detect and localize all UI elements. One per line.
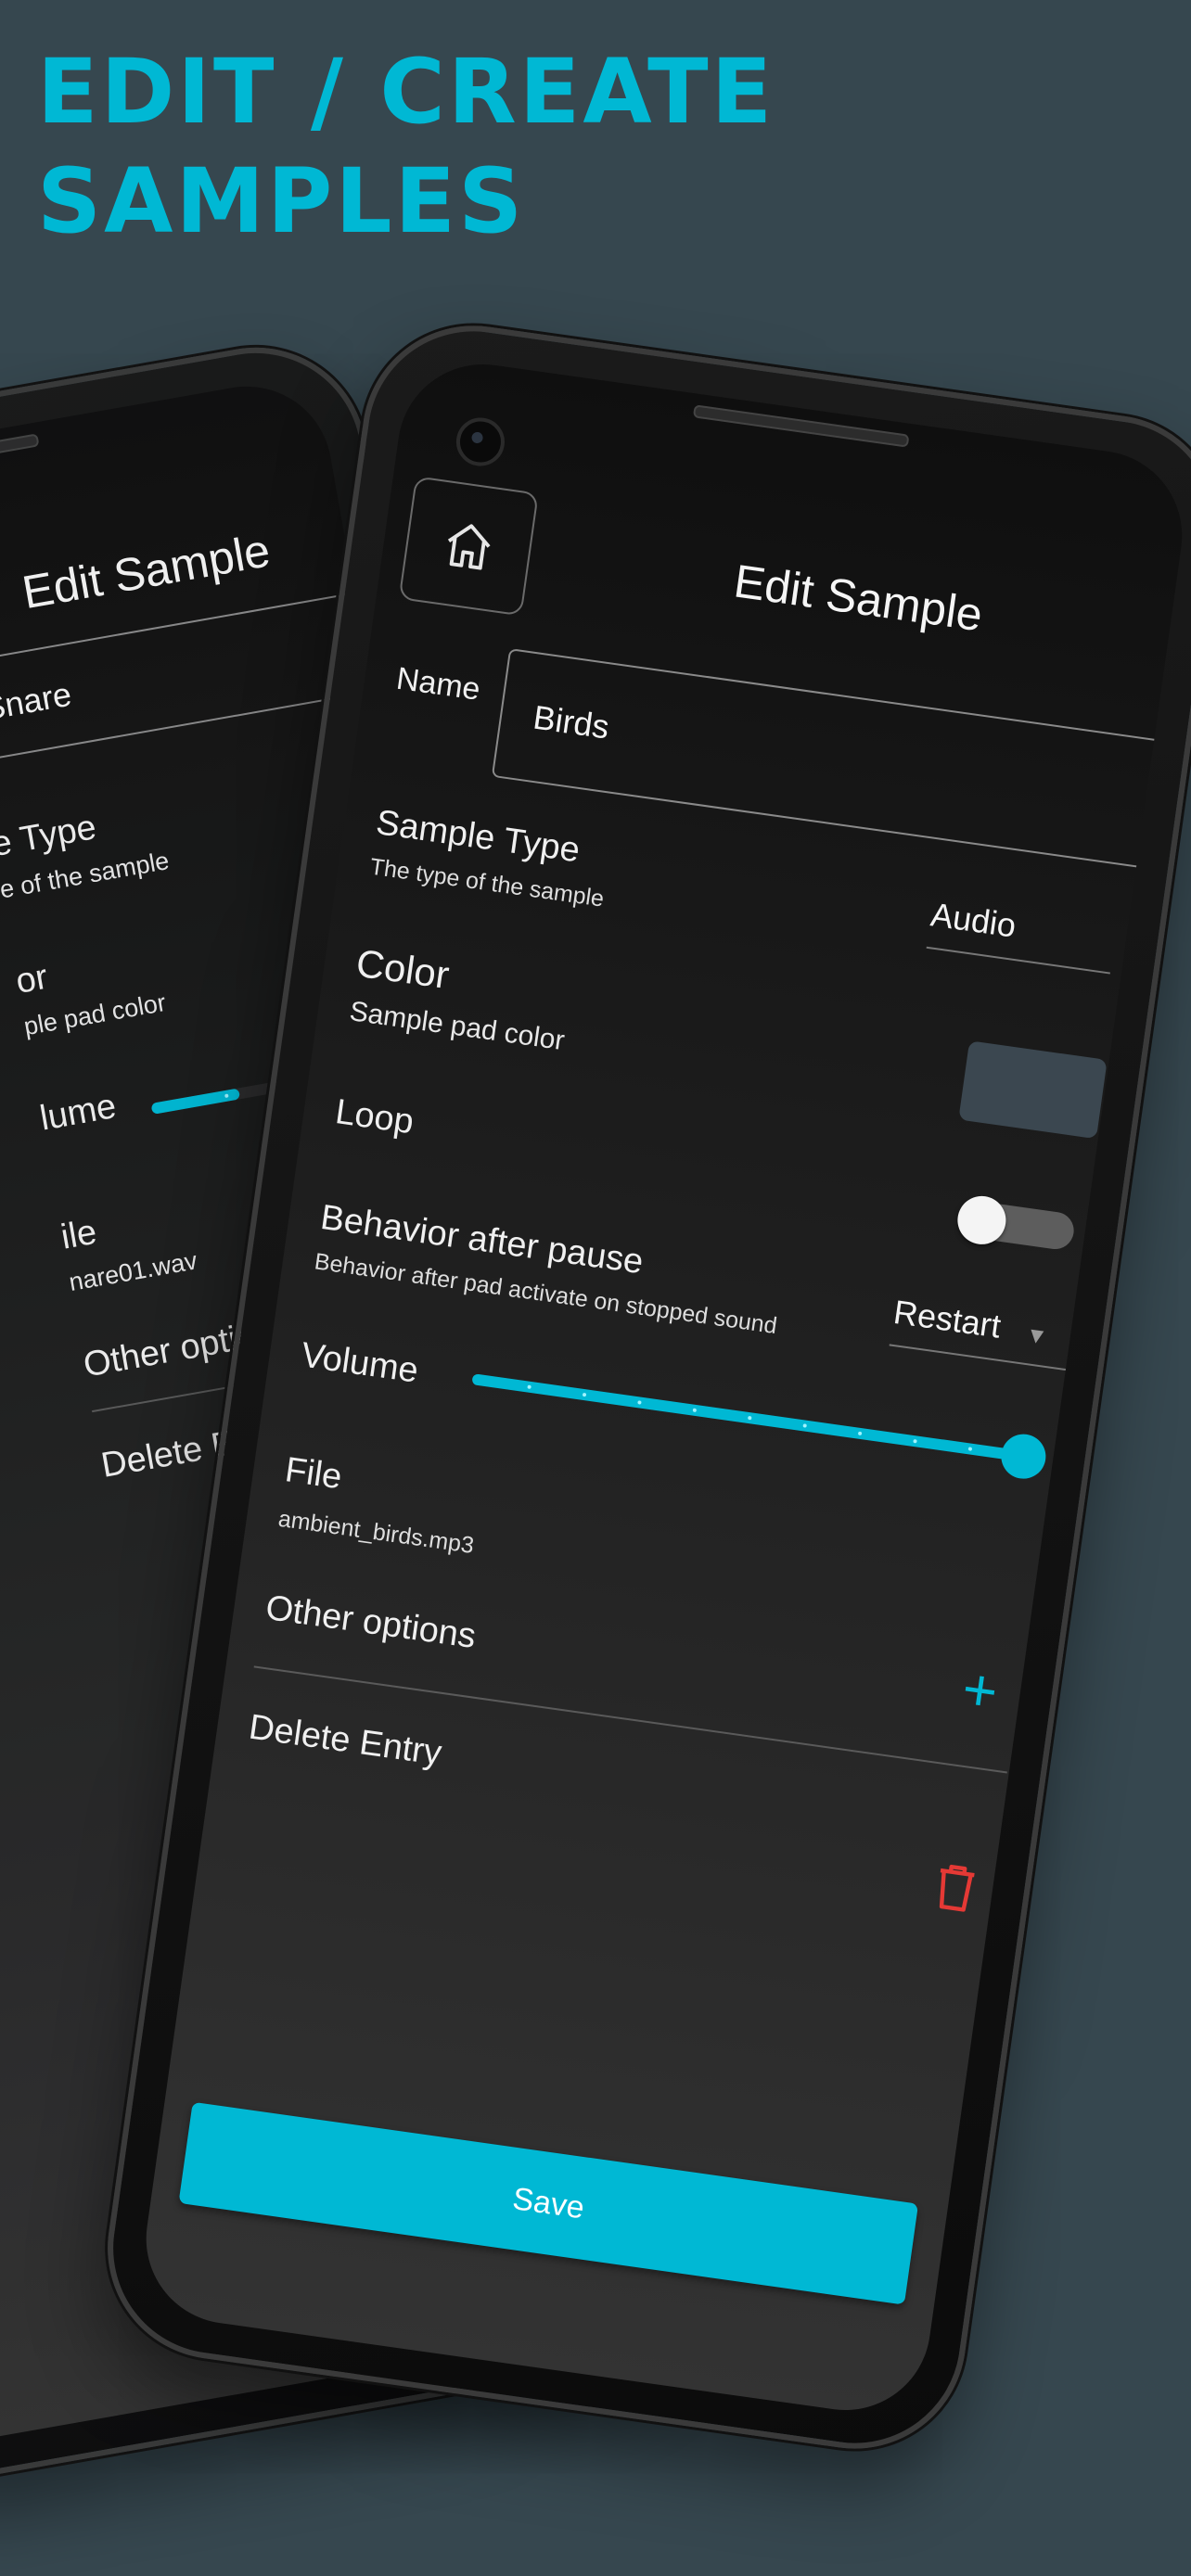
speaker-grille <box>0 433 40 484</box>
back-volume-label: lume <box>37 1086 120 1139</box>
home-button[interactable] <box>398 476 539 617</box>
back-file-label: ile <box>58 1212 100 1257</box>
headline-line-1: EDIT / CREATE <box>37 40 775 144</box>
volume-slider[interactable] <box>471 1373 1049 1482</box>
file-label: File <box>282 1450 345 1498</box>
other-options-label: Other options <box>263 1588 479 1657</box>
back-sample-type-label: e Type <box>0 808 99 865</box>
home-icon <box>447 524 491 570</box>
color-subtitle: Sample pad color <box>347 996 567 1057</box>
back-color-label: or <box>12 957 51 1001</box>
plus-icon[interactable]: + <box>958 1654 1002 1726</box>
screen-title: Edit Sample <box>730 555 986 642</box>
behavior-select-value: Restart <box>890 1292 1004 1345</box>
name-label: Name <box>393 660 483 708</box>
caret-down-icon: ▼ <box>1023 1321 1050 1350</box>
delete-entry-label: Delete Entry <box>246 1707 444 1774</box>
back-screen-title: Edit Sample <box>18 524 275 619</box>
volume-label: Volume <box>299 1335 421 1391</box>
speaker-grille <box>692 404 910 448</box>
behavior-select[interactable]: Restart ▼ <box>889 1292 1081 1372</box>
headline-line-2: SAMPLES <box>37 149 526 253</box>
name-input[interactable]: Birds <box>491 648 1172 870</box>
front-camera <box>453 414 508 469</box>
back-volume-slider-fill <box>150 1088 241 1115</box>
page-headline: EDIT / CREATE SAMPLES <box>37 37 775 256</box>
save-button[interactable]: Save <box>178 2101 919 2305</box>
color-swatch[interactable] <box>958 1040 1108 1140</box>
sample-type-select[interactable]: Audio <box>926 895 1118 975</box>
loop-toggle-knob <box>954 1192 1009 1248</box>
trash-icon[interactable] <box>931 1860 979 1916</box>
loop-label: Loop <box>332 1092 416 1142</box>
color-label: Color <box>353 940 453 998</box>
file-value: ambient_birds.mp3 <box>276 1505 476 1559</box>
volume-slider-thumb[interactable] <box>998 1431 1049 1482</box>
loop-toggle[interactable] <box>954 1192 1077 1252</box>
